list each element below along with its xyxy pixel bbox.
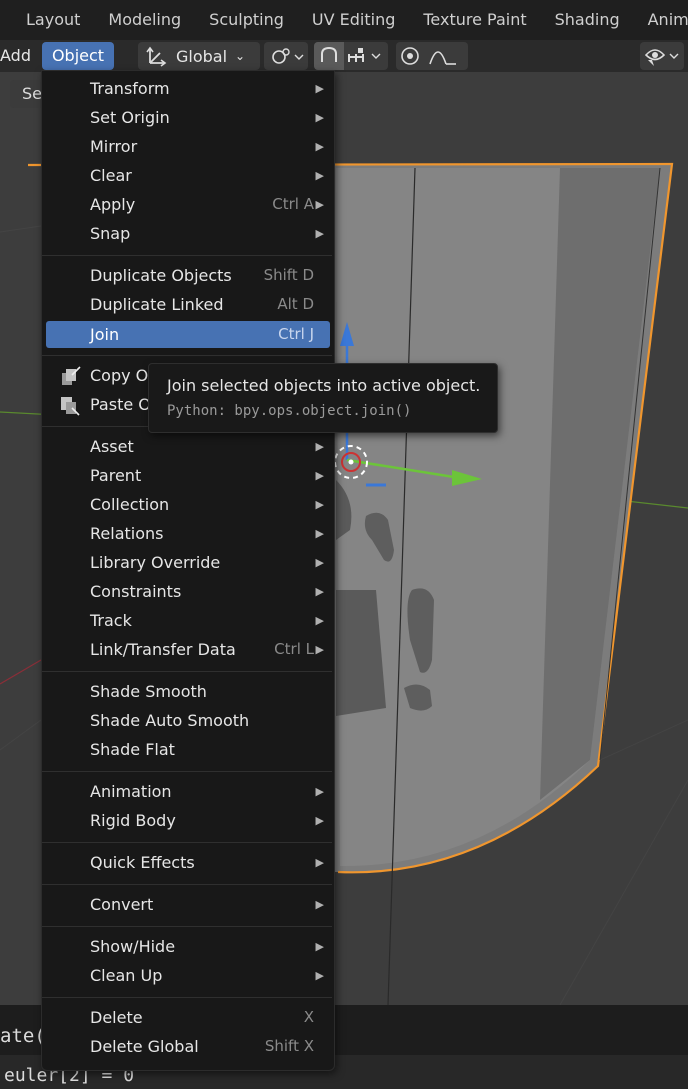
chevron-right-icon: ▶: [315, 940, 324, 953]
menu-separator: [42, 671, 332, 672]
tab-texture-paint[interactable]: Texture Paint: [409, 0, 540, 40]
chevron-right-icon: ▶: [315, 111, 324, 124]
menu-separator: [42, 842, 332, 843]
menu-item-constraints[interactable]: Constraints ▶: [46, 578, 330, 605]
tooltip-python: Python: bpy.ops.object.join(): [167, 403, 412, 419]
menu-separator: [42, 771, 332, 772]
chevron-right-icon: ▶: [315, 585, 324, 598]
shortcut-label: Ctrl J: [278, 325, 314, 343]
tab-sculpting[interactable]: Sculpting: [195, 0, 298, 40]
pivot-icon: [272, 48, 304, 64]
chevron-right-icon: ▶: [315, 469, 324, 482]
chevron-right-icon: ▶: [315, 140, 324, 153]
menu-item-delete[interactable]: Delete X: [46, 1004, 330, 1031]
menu-item-library-override[interactable]: Library Override ▶: [46, 549, 330, 576]
chevron-right-icon: ▶: [315, 527, 324, 540]
viewport-header: Add Object Global ⌄: [0, 40, 688, 72]
snapping-toggle[interactable]: [314, 42, 388, 70]
menu-item-link-transfer-data[interactable]: Link/Transfer Data Ctrl L ▶: [46, 636, 330, 663]
shortcut-label: Shift X: [264, 1037, 314, 1055]
menu-item-clean-up[interactable]: Clean Up ▶: [46, 962, 330, 989]
selectability-visibility-dropdown[interactable]: [640, 42, 684, 70]
tooltip-description: Join selected objects into active object…: [167, 376, 481, 395]
menu-item-quick-effects[interactable]: Quick Effects ▶: [46, 849, 330, 876]
chevron-right-icon: ▶: [315, 227, 324, 240]
chevron-right-icon: ▶: [315, 614, 324, 627]
chevron-right-icon: ▶: [315, 556, 324, 569]
menu-item-apply[interactable]: Apply Ctrl A ▶: [46, 191, 330, 218]
menu-item-join[interactable]: Join Ctrl J: [46, 321, 330, 348]
chevron-right-icon: ▶: [315, 785, 324, 798]
menu-item-delete-global[interactable]: Delete Global Shift X: [46, 1033, 330, 1060]
tab-shading[interactable]: Shading: [541, 0, 634, 40]
menu-item-clear[interactable]: Clear ▶: [46, 162, 330, 189]
menu-separator: [42, 997, 332, 998]
menu-item-show-hide[interactable]: Show/Hide ▶: [46, 933, 330, 960]
shortcut-label: Ctrl A: [272, 195, 314, 213]
menu-item-parent[interactable]: Parent ▶: [46, 462, 330, 489]
workspace-tabs: Layout Modeling Sculpting UV Editing Tex…: [0, 0, 688, 40]
menu-item-snap[interactable]: Snap ▶: [46, 220, 330, 247]
orientation-label: Global: [176, 46, 228, 66]
menu-item-duplicate-linked[interactable]: Duplicate Linked Alt D: [46, 291, 330, 318]
copy-icon: [62, 366, 81, 385]
menu-item-animation[interactable]: Animation ▶: [46, 778, 330, 805]
pivot-point-dropdown[interactable]: [264, 42, 308, 70]
magnet-icon: [321, 46, 381, 62]
shortcut-label: Shift D: [263, 266, 314, 284]
menu-item-transform[interactable]: Transform ▶: [46, 75, 330, 102]
object-menu-dropdown: Transform ▶ Set Origin ▶ Mirror ▶ Clear ▶ Ap…: [41, 70, 335, 1071]
join-tooltip: Join selected objects into active object…: [148, 363, 498, 433]
tab-modeling[interactable]: Modeling: [94, 0, 195, 40]
object-menu-button[interactable]: Object: [42, 42, 114, 70]
transform-orientation-dropdown[interactable]: Global ⌄: [138, 42, 260, 70]
chevron-right-icon: ▶: [315, 198, 324, 211]
menu-item-collection[interactable]: Collection ▶: [46, 491, 330, 518]
menu-separator: [42, 255, 332, 256]
menu-item-shade-auto-smooth[interactable]: Shade Auto Smooth: [46, 707, 330, 734]
chevron-right-icon: ▶: [315, 498, 324, 511]
menu-item-duplicate-objects[interactable]: Duplicate Objects Shift D: [46, 262, 330, 289]
shortcut-label: X: [303, 1008, 314, 1026]
proportional-editing-toggle[interactable]: [396, 42, 468, 70]
menu-item-mirror[interactable]: Mirror ▶: [46, 133, 330, 160]
menu-item-shade-smooth[interactable]: Shade Smooth: [46, 678, 330, 705]
menu-item-asset[interactable]: Asset ▶: [46, 433, 330, 460]
chevron-right-icon: ▶: [315, 814, 324, 827]
menu-separator: [42, 355, 332, 356]
menu-item-rigid-body[interactable]: Rigid Body ▶: [46, 807, 330, 834]
tab-layout[interactable]: Layout: [0, 0, 94, 40]
shortcut-label: Alt D: [277, 295, 314, 313]
add-menu-button[interactable]: Add: [0, 40, 31, 72]
chevron-right-icon: ▶: [315, 643, 324, 656]
tab-animation[interactable]: Anim: [634, 0, 688, 40]
menu-separator: [42, 884, 332, 885]
menu-item-relations[interactable]: Relations ▶: [46, 520, 330, 547]
eye-icon: [644, 49, 679, 66]
menu-item-track[interactable]: Track ▶: [46, 607, 330, 634]
menu-separator: [42, 926, 332, 927]
code-line: ate(: [0, 1025, 46, 1047]
menu-item-set-origin[interactable]: Set Origin ▶: [46, 104, 330, 131]
chevron-right-icon: ▶: [315, 856, 324, 869]
shortcut-label: Ctrl L: [274, 640, 314, 658]
menu-item-shade-flat[interactable]: Shade Flat: [46, 736, 330, 763]
y-axis-line: [0, 659, 42, 685]
chevron-right-icon: ▶: [315, 440, 324, 453]
chevron-right-icon: ▶: [315, 898, 324, 911]
chevron-right-icon: ▶: [315, 82, 324, 95]
chevron-right-icon: ▶: [315, 969, 324, 982]
chevron-right-icon: ▶: [315, 169, 324, 182]
proportional-icon: [401, 47, 456, 65]
tab-uv-editing[interactable]: UV Editing: [298, 0, 409, 40]
chevron-down-icon: ⌄: [235, 49, 246, 63]
orientation-icon: [146, 46, 167, 67]
paste-icon: [61, 397, 80, 416]
menu-item-convert[interactable]: Convert ▶: [46, 891, 330, 918]
